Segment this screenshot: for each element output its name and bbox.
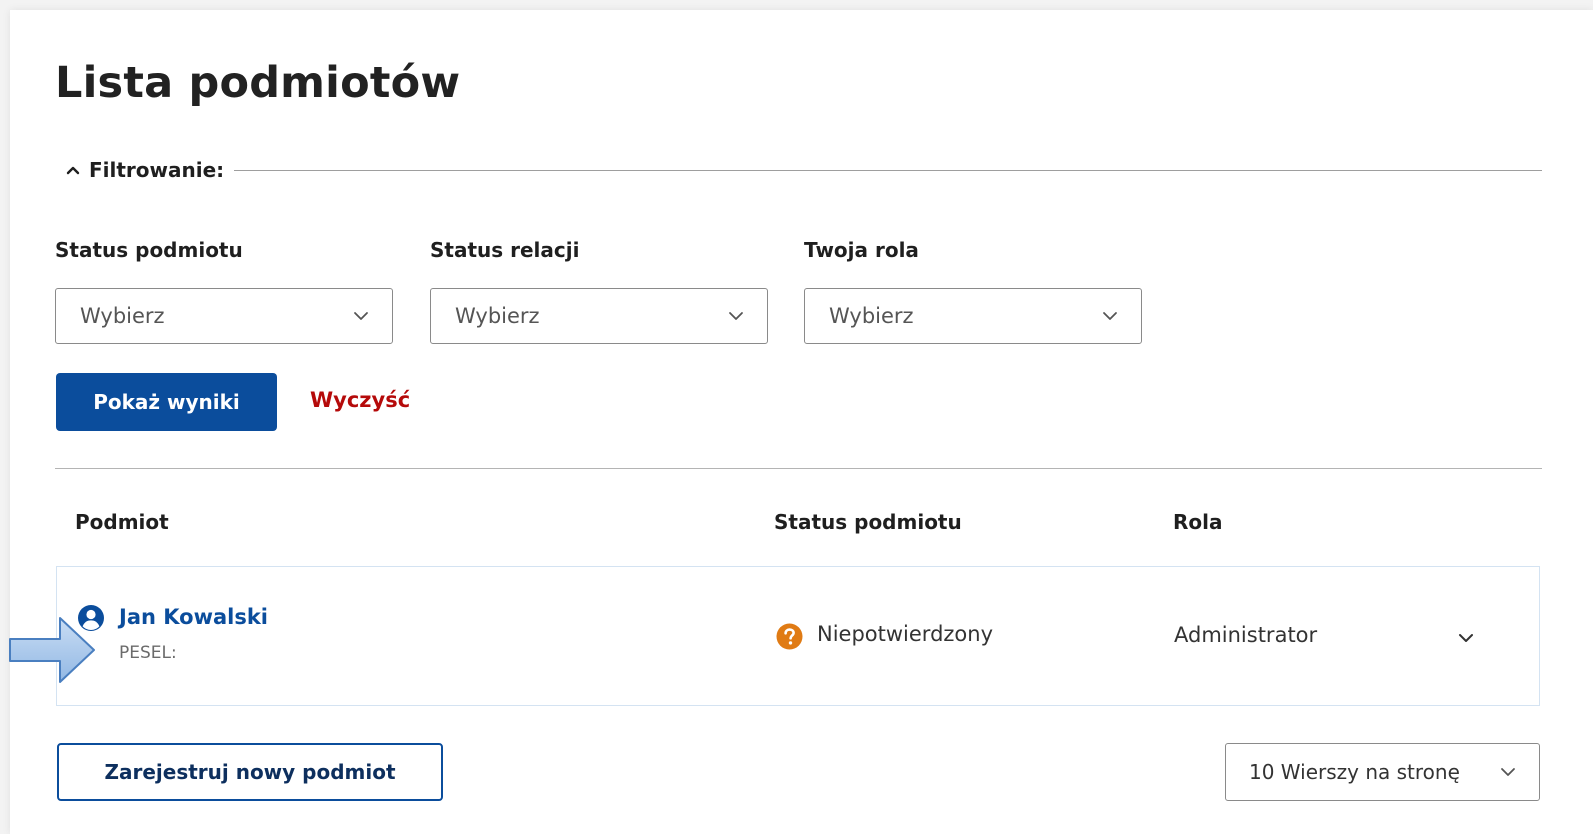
field-label: Status podmiotu: [55, 238, 243, 262]
chevron-up-icon: [66, 166, 80, 175]
show-results-button[interactable]: Pokaż wyniki: [56, 373, 277, 431]
column-header-role: Rola: [1173, 510, 1223, 534]
field-label: Status relacji: [430, 238, 580, 262]
filter-field-your-role: Twoja rola Wybierz: [804, 238, 1144, 344]
main-card: Lista podmiotów Filtrowanie: Status podm…: [10, 10, 1593, 834]
annotation-arrow-icon: [9, 617, 95, 683]
entity-status-select[interactable]: Wybierz: [55, 288, 393, 344]
relation-status-select[interactable]: Wybierz: [430, 288, 768, 344]
question-circle-icon: [776, 623, 803, 650]
your-role-select[interactable]: Wybierz: [804, 288, 1142, 344]
select-value: Wybierz: [455, 304, 540, 328]
column-header-entity: Podmiot: [75, 510, 169, 534]
entity-status-value: Niepotwierdzony: [817, 622, 994, 646]
chevron-down-icon: [1103, 312, 1117, 320]
field-label: Twoja rola: [804, 238, 919, 262]
filter-field-entity-status: Status podmiotu Wybierz: [55, 238, 395, 344]
select-value: Wybierz: [80, 304, 165, 328]
filter-toggle[interactable]: Filtrowanie:: [65, 158, 224, 182]
column-header-entity-status: Status podmiotu: [774, 510, 962, 534]
select-value: Wybierz: [829, 304, 914, 328]
chevron-down-icon: [354, 312, 368, 320]
filter-section-header: Filtrowanie:: [65, 158, 1542, 182]
role-value: Administrator: [1174, 623, 1318, 647]
filter-field-relation-status: Status relacji Wybierz: [430, 238, 770, 344]
section-divider: [55, 468, 1542, 469]
chevron-down-icon: [729, 312, 743, 320]
entity-name-link[interactable]: Jan Kowalski: [119, 605, 268, 629]
register-new-entity-button[interactable]: Zarejestruj nowy podmiot: [57, 743, 443, 801]
pesel-label: PESEL:: [119, 643, 177, 663]
chevron-down-icon[interactable]: [1455, 627, 1477, 649]
chevron-down-icon: [1501, 768, 1515, 776]
page-title: Lista podmiotów: [55, 58, 461, 108]
rows-per-page-select[interactable]: 10 Wierszy na stronę: [1225, 743, 1540, 801]
filter-label: Filtrowanie:: [89, 158, 225, 182]
filter-divider: [234, 169, 1542, 171]
rows-per-page-value: 10 Wierszy na stronę: [1249, 760, 1460, 784]
table-row: Jan Kowalski PESEL: Niepotwierdzony Admi…: [56, 566, 1540, 706]
clear-button[interactable]: Wyczyść: [310, 388, 410, 412]
